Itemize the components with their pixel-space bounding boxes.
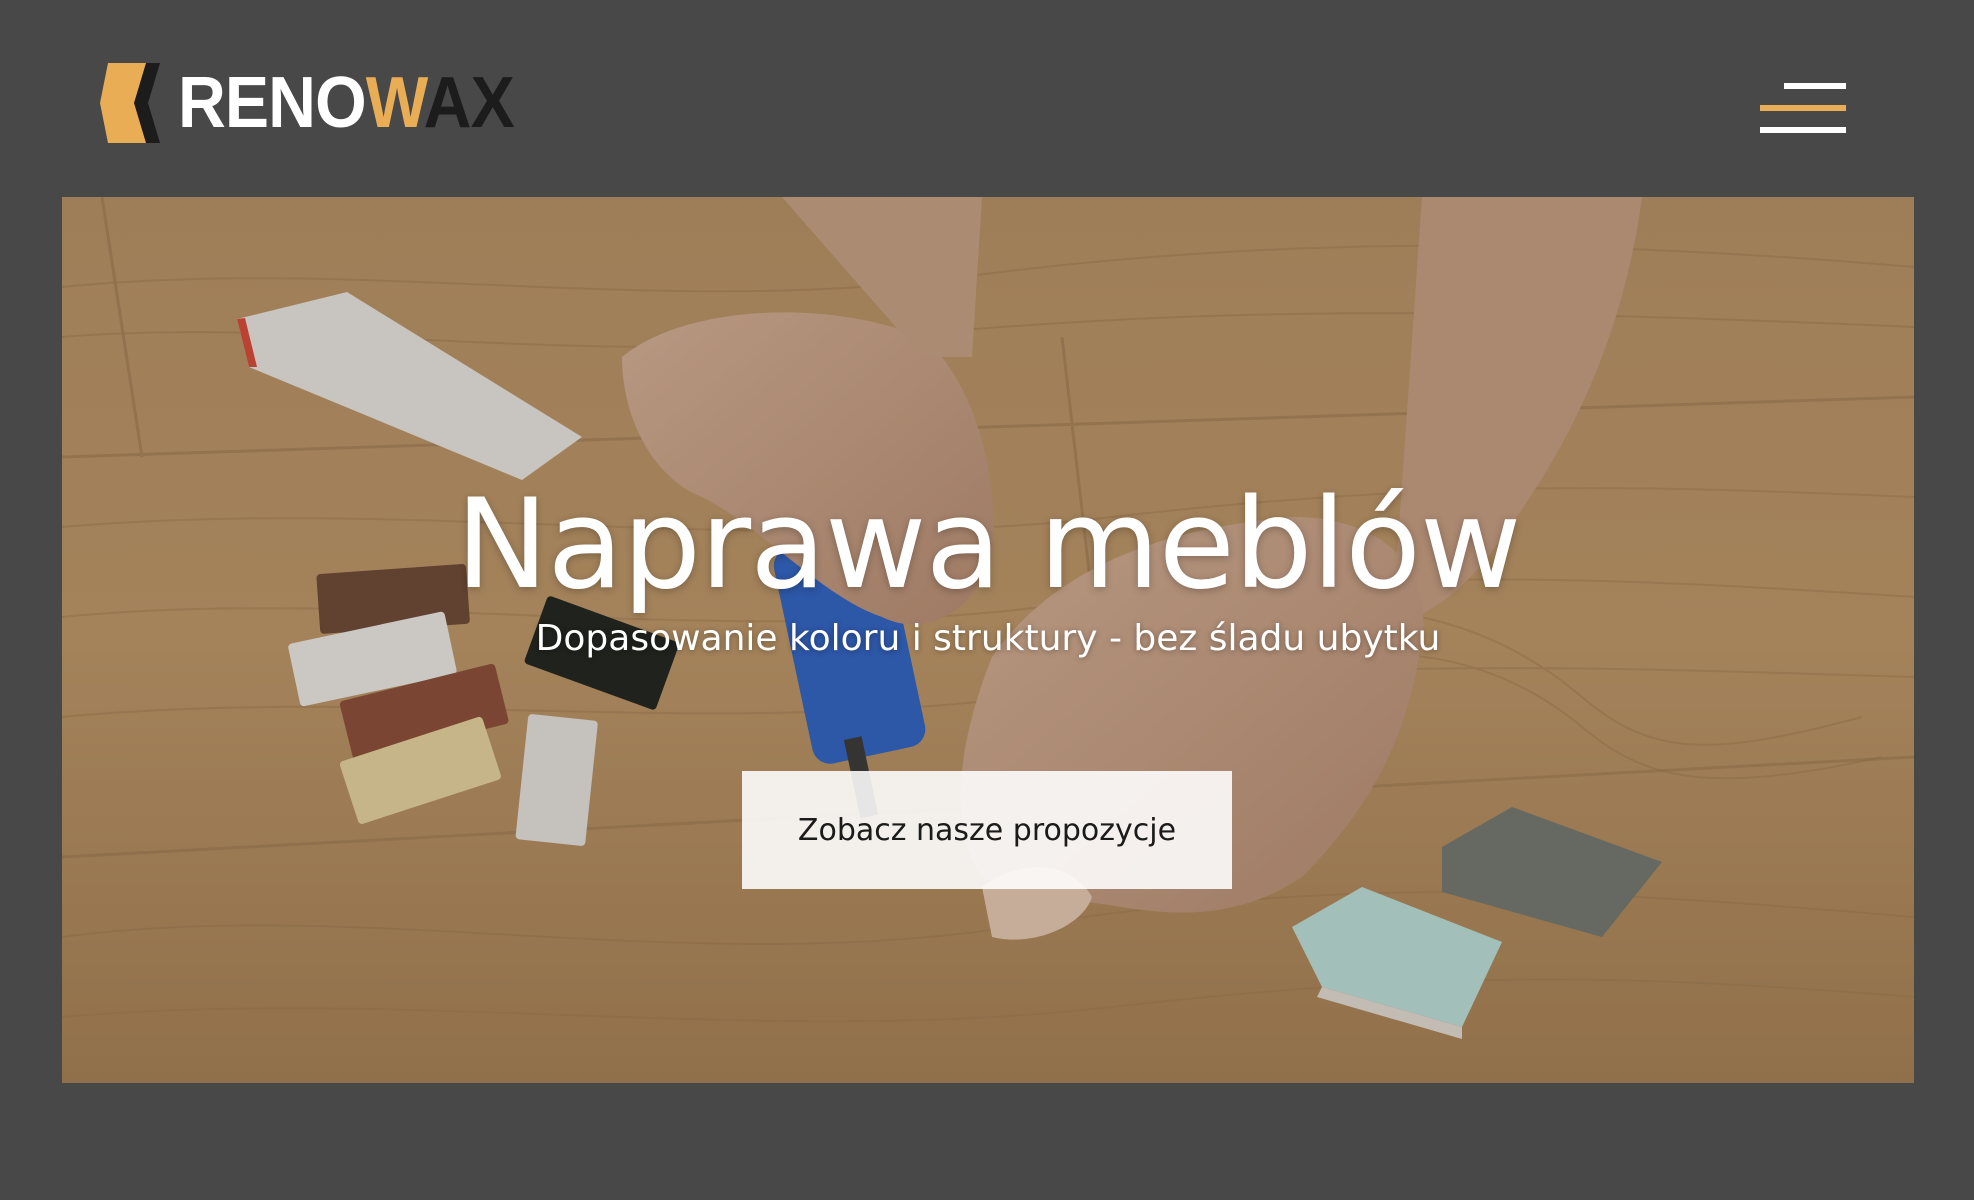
menu-line-top [1784,83,1846,89]
hero-title: Naprawa meblów [455,473,1522,617]
site-header: RENOWAX [0,0,1974,196]
site-logo[interactable]: RENOWAX [100,62,543,144]
renowax-logo-icon [100,63,160,143]
hamburger-menu-icon[interactable] [1760,80,1848,136]
logo-text-end: AX [423,63,515,143]
view-offers-button[interactable]: Zobacz nasze propozycje [742,771,1232,889]
hero-subtitle: Dopasowanie koloru i struktury - bez śla… [535,618,1441,659]
logo-text-main: RENO [178,63,367,143]
hero-banner: Naprawa meblów Dopasowanie koloru i stru… [62,197,1914,1083]
menu-line-middle [1760,105,1846,111]
menu-line-bottom [1760,127,1846,133]
logo-text-accent: W [365,63,425,143]
logo-wordmark: RENOWAX [178,67,515,139]
